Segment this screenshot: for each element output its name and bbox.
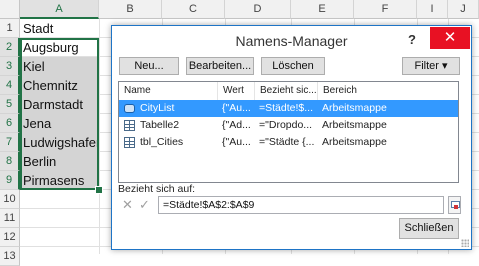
scope-cell: Arbeitsmappe xyxy=(322,136,387,148)
refers-to-input[interactable]: =Städte!$A$2:$A$9 xyxy=(158,196,444,214)
list-item[interactable]: Tabelle2 {"Ad... ="Dropdo... Arbeitsmapp… xyxy=(119,117,458,134)
row-header-2[interactable]: 2 xyxy=(0,38,20,57)
column-header-a[interactable]: A xyxy=(20,0,99,19)
row-header-13[interactable]: 13 xyxy=(0,247,20,266)
list-item[interactable]: CityList {"Au... =Städte!$... Arbeitsmap… xyxy=(119,100,458,117)
row-header-3[interactable]: 3 xyxy=(0,57,20,76)
edit-button[interactable]: Bearbeiten... xyxy=(186,57,254,75)
row-header-10[interactable]: 10 xyxy=(0,190,20,209)
value-cell: {"Ad... xyxy=(222,119,251,131)
row-header-7[interactable]: 7 xyxy=(0,133,20,152)
row-header-5[interactable]: 5 xyxy=(0,95,20,114)
name-cell: Tabelle2 xyxy=(140,119,180,131)
resize-grip[interactable] xyxy=(461,239,469,247)
row-header-4[interactable]: 4 xyxy=(0,76,20,95)
refers-cell: ="Städte {... xyxy=(259,136,315,148)
filter-button[interactable]: Filter ▾ xyxy=(402,57,460,75)
new-button[interactable]: Neu... xyxy=(119,57,179,75)
names-list[interactable]: Name Wert Bezieht sic... Bereich CityLis… xyxy=(118,81,459,183)
column-header-refers[interactable]: Bezieht sic... xyxy=(255,82,318,100)
value-cell: {"Au... xyxy=(222,136,251,148)
column-header-d[interactable]: D xyxy=(225,0,291,19)
row-header-12[interactable]: 12 xyxy=(0,228,20,247)
table-icon xyxy=(124,137,135,148)
grid-line xyxy=(99,19,100,254)
name-cell: tbl_Cities xyxy=(140,136,184,148)
help-icon[interactable]: ? xyxy=(404,30,420,50)
collapse-dialog-icon[interactable] xyxy=(448,196,461,214)
column-header-b[interactable]: B xyxy=(99,0,162,19)
scope-cell: Arbeitsmappe xyxy=(322,102,387,114)
column-header-e[interactable]: E xyxy=(291,0,354,19)
column-header-f[interactable]: F xyxy=(354,0,417,19)
close-icon[interactable]: ✕ xyxy=(430,27,470,49)
delete-button[interactable]: Löschen xyxy=(261,57,325,75)
column-header-name[interactable]: Name xyxy=(119,82,218,100)
select-all-corner[interactable] xyxy=(0,0,20,19)
list-item[interactable]: tbl_Cities {"Au... ="Städte {... Arbeits… xyxy=(119,134,458,151)
close-button[interactable]: Schließen xyxy=(399,218,459,239)
cell-a1[interactable]: Stadt xyxy=(20,19,99,38)
refers-cell: ="Dropdo... xyxy=(259,119,313,131)
row-header-8[interactable]: 8 xyxy=(0,152,20,171)
row-header-9[interactable]: 9 xyxy=(0,171,20,190)
column-header-i[interactable]: I xyxy=(417,0,448,19)
column-header-j[interactable]: J xyxy=(448,0,479,19)
row-header-11[interactable]: 11 xyxy=(0,209,20,228)
fill-handle[interactable] xyxy=(95,186,103,194)
column-header-scope[interactable]: Bereich xyxy=(318,82,458,100)
name-cell: CityList xyxy=(140,102,175,114)
column-header-c[interactable]: C xyxy=(162,0,225,19)
name-manager-dialog: Namens-Manager ? ✕ Neu... Bearbeiten... … xyxy=(111,25,472,250)
value-cell: {"Au... xyxy=(222,102,251,114)
selection-outline xyxy=(20,38,99,190)
refers-to-label: Bezieht sich auf: xyxy=(118,183,196,195)
row-header-6[interactable]: 6 xyxy=(0,114,20,133)
row-header-1[interactable]: 1 xyxy=(0,19,20,38)
accept-edit-icon[interactable]: ✓ xyxy=(137,196,152,214)
column-header-value[interactable]: Wert xyxy=(218,82,255,100)
table-icon xyxy=(124,120,135,131)
cancel-edit-icon[interactable]: ✕ xyxy=(120,196,135,214)
refers-to-row: ✕ ✓ =Städte!$A$2:$A$9 xyxy=(118,196,461,214)
defined-name-icon xyxy=(124,104,135,113)
scope-cell: Arbeitsmappe xyxy=(322,119,387,131)
refers-cell: =Städte!$... xyxy=(259,102,313,114)
